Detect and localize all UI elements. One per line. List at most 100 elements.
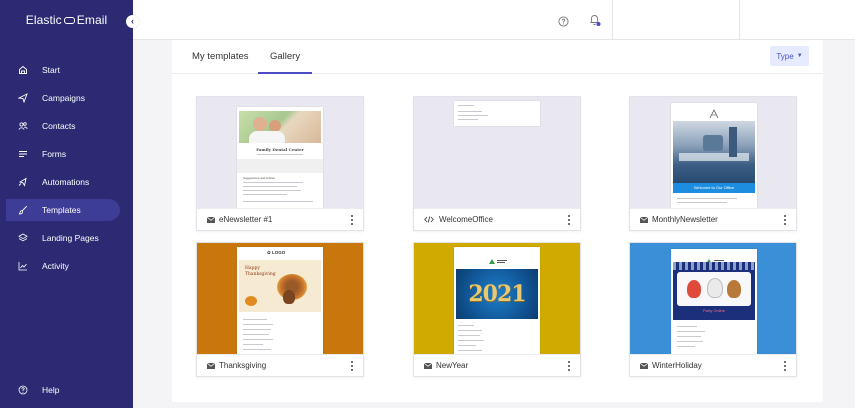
template-footer: WinterHoliday [630, 354, 796, 376]
template-footer: NewYear [414, 354, 580, 376]
new-year-banner: 2021 [456, 269, 538, 319]
office-logo-icon [705, 252, 725, 264]
template-card-welcome-office[interactable]: WelcomeOffice [413, 96, 581, 231]
preview-banner: Welcome to Our Office [673, 183, 755, 193]
office-photo [673, 121, 755, 183]
brush-icon [12, 205, 34, 215]
help-circle-icon [12, 385, 34, 395]
more-options-icon[interactable] [351, 215, 354, 225]
template-footer: eNewsletter #1 [197, 208, 363, 230]
logo-text-right: Email [76, 13, 108, 27]
template-preview [414, 97, 580, 208]
sidebar-item-start[interactable]: Start [6, 59, 120, 81]
email-document: Party Online [671, 249, 757, 354]
tab-gallery[interactable]: Gallery [258, 51, 313, 74]
template-card-winter-holiday[interactable]: Party Online WinterHoliday [629, 242, 797, 377]
sidebar-item-label: Forms [42, 149, 67, 159]
template-name: MonthlyNewsletter [652, 215, 718, 224]
preview-logo: ✿ LOGO [267, 250, 286, 255]
bell-icon[interactable] [588, 13, 602, 32]
sidebar-item-contacts[interactable]: Contacts [6, 115, 120, 137]
preview-heading: Suggestions and Advice [243, 176, 276, 180]
sidebar-help-label: Help [42, 385, 60, 395]
sidebar-item-label: Contacts [42, 121, 76, 131]
preview-title: Family Dental Center [256, 147, 304, 152]
sidebar-item-automations[interactable]: Automations [6, 171, 120, 193]
winter-illustration: Party Online [673, 262, 755, 320]
template-tabs: My templates Gallery Type ▼ [172, 40, 823, 74]
chevron-left-icon: ‹ [131, 16, 134, 26]
topbar-divider [612, 0, 613, 40]
chart-icon [12, 261, 34, 271]
sidebar-item-help[interactable]: Help [6, 379, 120, 401]
envelope-icon [424, 362, 433, 370]
email-document: Welcome to Our Office [671, 103, 757, 208]
template-preview: ✿ LOGO Happy Thanksgiving [197, 243, 363, 354]
sidebar-item-label: Activity [42, 261, 69, 271]
sidebar-item-label: Templates [42, 205, 81, 215]
sidebar-item-label: Start [42, 65, 60, 75]
preview-greeting: Happy Thanksgiving [245, 266, 276, 277]
contacts-icon [12, 121, 34, 131]
caret-down-icon: ▼ [796, 53, 803, 59]
type-filter-label: Type [776, 51, 794, 61]
sidebar-item-landing-pages[interactable]: Landing Pages [6, 227, 120, 249]
more-options-icon[interactable] [784, 215, 787, 225]
template-card-monthly-newsletter[interactable]: Welcome to Our Office MonthlyNewsletter [629, 96, 797, 231]
send-icon [12, 93, 34, 103]
template-footer: MonthlyNewsletter [630, 208, 796, 230]
templates-panel: My templates Gallery Type ▼ Family Denta… [172, 40, 823, 402]
family-photo [239, 111, 321, 143]
template-card-new-year[interactable]: 2021 NewYear [413, 242, 581, 377]
sidebar-item-label: Campaigns [42, 93, 85, 103]
sidebar-item-campaigns[interactable]: Campaigns [6, 87, 120, 109]
template-card-thanksgiving[interactable]: ✿ LOGO Happy Thanksgiving Thanksgiving [196, 242, 364, 377]
more-options-icon[interactable] [568, 361, 571, 371]
envelope-icon [640, 362, 649, 370]
code-icon [424, 216, 436, 224]
tab-my-templates[interactable]: My templates [190, 51, 251, 62]
logo-mark-icon [63, 16, 75, 24]
template-preview: Party Online [630, 243, 796, 354]
more-options-icon[interactable] [784, 361, 787, 371]
template-name: Thanksgiving [219, 361, 267, 370]
template-name: eNewsletter #1 [219, 215, 273, 224]
template-preview: Family Dental Center Suggestions and Adv… [197, 97, 363, 208]
template-name: NewYear [436, 361, 469, 370]
sidebar-item-forms[interactable]: Forms [6, 143, 120, 165]
preview-caption: Party Online [702, 308, 725, 313]
template-name: WinterHoliday [652, 361, 702, 370]
template-preview: Welcome to Our Office [630, 97, 796, 208]
template-footer: WelcomeOffice [414, 208, 580, 230]
template-preview: 2021 [414, 243, 580, 354]
topbar-divider [739, 0, 740, 40]
logo-text-left: Elastic [25, 13, 62, 27]
help-icon[interactable] [558, 14, 569, 32]
envelope-icon [207, 362, 216, 370]
office-logo-icon [709, 106, 719, 119]
template-card-enewsletter[interactable]: Family Dental Center Suggestions and Adv… [196, 96, 364, 231]
top-bar [133, 0, 855, 40]
forms-icon [12, 149, 34, 159]
thanksgiving-illustration: Happy Thanksgiving [239, 260, 321, 312]
email-document: Family Dental Center Suggestions and Adv… [237, 107, 323, 208]
type-filter-button[interactable]: Type ▼ [770, 46, 809, 66]
more-options-icon[interactable] [351, 361, 354, 371]
sidebar-item-templates[interactable]: Templates [6, 199, 120, 221]
envelope-icon [640, 216, 649, 224]
email-document [454, 101, 540, 126]
office-logo-icon [488, 252, 508, 264]
automation-icon [12, 177, 34, 187]
envelope-icon [207, 216, 216, 224]
more-options-icon[interactable] [568, 215, 571, 225]
email-document: ✿ LOGO Happy Thanksgiving [237, 247, 323, 354]
email-document: 2021 [454, 247, 540, 354]
sidebar-item-label: Automations [42, 177, 90, 187]
template-name: WelcomeOffice [439, 215, 493, 224]
collapse-sidebar-button[interactable]: ‹ [126, 15, 139, 28]
layers-icon [12, 233, 34, 243]
sidebar-item-activity[interactable]: Activity [6, 255, 120, 277]
home-icon [12, 65, 34, 75]
elastic-email-logo[interactable]: Elastic Email [0, 0, 133, 40]
preview-year: 2021 [468, 281, 526, 307]
